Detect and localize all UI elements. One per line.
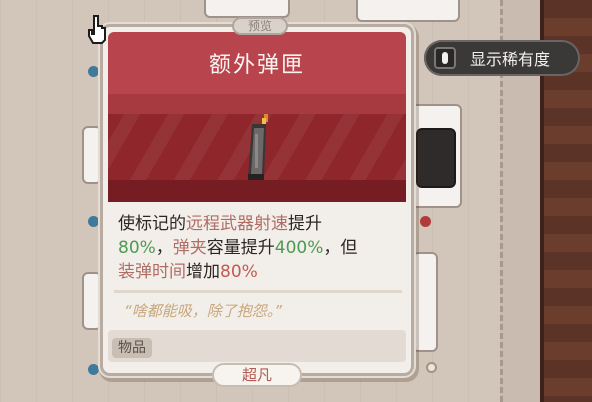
desc-keyword: 装弹时间 — [118, 262, 186, 282]
item-title: 额外弹匣 — [208, 53, 305, 78]
tooltip-divider — [114, 290, 402, 293]
slot-marker — [420, 216, 431, 227]
desc-text: 容量提升 — [206, 238, 275, 258]
slot-marker — [88, 216, 99, 227]
desc-text: ， — [155, 238, 173, 258]
desc-positive-value: 400% — [274, 238, 324, 258]
desc-text: 增加 — [186, 262, 220, 282]
flavor-text: “啥都能吸，除了抱怨。” — [124, 302, 283, 320]
item-type-tag: 物品 — [112, 338, 152, 358]
desc-negative-value: 80% — [220, 262, 258, 282]
item-art-shadow — [108, 180, 406, 202]
item-description: 使标记的远程武器射速提升 80%，弹夹容量提升400%，但 装弹时间增加80% — [118, 212, 402, 284]
desc-text: 提升 — [288, 214, 322, 234]
item-slot[interactable] — [412, 252, 438, 352]
item-slot[interactable] — [356, 0, 460, 22]
item-art-band — [108, 94, 406, 114]
toggle-switch-icon — [434, 47, 456, 69]
item-type-bar — [108, 330, 406, 362]
ammo-magazine-icon — [248, 114, 268, 180]
slot-marker — [88, 66, 99, 77]
show-rarity-toggle[interactable]: 显示稀有度 — [424, 40, 580, 76]
item-slot[interactable] — [204, 0, 290, 18]
desc-keyword: 弹夹 — [172, 238, 207, 258]
item-slot[interactable] — [82, 126, 102, 184]
item-slot[interactable] — [82, 272, 102, 330]
slot-marker — [426, 362, 437, 373]
item-slot-icon — [416, 128, 456, 188]
preview-tab[interactable]: 预览 — [232, 17, 288, 35]
desc-keyword: 远程武器射速 — [186, 214, 288, 234]
desc-positive-value: 80% — [118, 238, 156, 258]
hand-pointer-icon — [88, 15, 106, 44]
rarity-tag: 超凡 — [212, 363, 302, 387]
show-rarity-label: 显示稀有度 — [470, 50, 551, 69]
desc-text: ，但 — [323, 238, 358, 258]
slot-marker — [88, 364, 99, 375]
tooltip-header: 额外弹匣 — [108, 32, 406, 94]
desc-text: 使标记的 — [118, 214, 186, 234]
